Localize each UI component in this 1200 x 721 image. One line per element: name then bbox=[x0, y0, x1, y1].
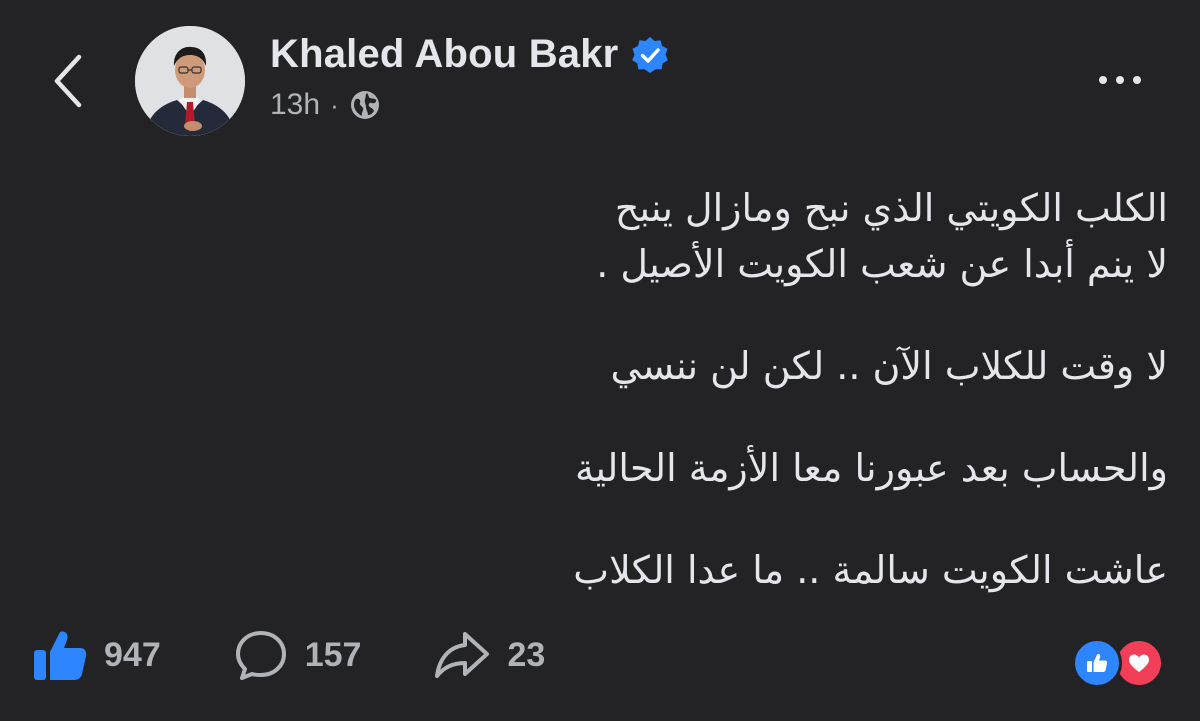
post-line: والحساب بعد عبورنا معا الأزمة الحالية bbox=[574, 446, 1168, 490]
post-body: الكلب الكويتي الذي نبح ومازال ينبح لا ين… bbox=[68, 180, 1168, 598]
more-dot bbox=[1099, 76, 1107, 84]
more-dot bbox=[1133, 76, 1141, 84]
like-reaction-icon bbox=[1072, 638, 1122, 688]
share-arrow-icon bbox=[435, 632, 490, 678]
reaction-summary[interactable] bbox=[1072, 638, 1164, 688]
author-row: Khaled Abou Bakr bbox=[270, 32, 670, 77]
more-options-button[interactable] bbox=[1090, 60, 1150, 100]
post-meta: 13h · bbox=[270, 88, 381, 122]
more-dot bbox=[1116, 76, 1124, 84]
post-line: لا ينم أبدا عن شعب الكويت الأصيل . bbox=[596, 242, 1168, 286]
comment-button[interactable]: 157 bbox=[233, 628, 362, 682]
avatar[interactable] bbox=[135, 26, 245, 136]
avatar-image bbox=[135, 26, 245, 136]
meta-separator: · bbox=[330, 89, 339, 120]
like-count: 947 bbox=[104, 635, 161, 674]
globe-icon[interactable] bbox=[349, 89, 381, 121]
share-button[interactable]: 23 bbox=[433, 630, 545, 680]
author-name[interactable]: Khaled Abou Bakr bbox=[270, 32, 618, 77]
post-line: عاشت الكويت سالمة .. ما عدا الكلاب bbox=[573, 548, 1168, 592]
post-line: لا وقت للكلاب الآن .. لكن لن ننسي bbox=[610, 344, 1168, 388]
comment-count: 157 bbox=[304, 635, 362, 674]
action-bar: 947 157 23 bbox=[32, 628, 617, 682]
thumbs-up-icon bbox=[34, 631, 87, 680]
share-count: 23 bbox=[507, 635, 546, 674]
verified-badge-icon bbox=[630, 35, 670, 75]
comment-bubble-icon bbox=[235, 631, 286, 680]
post-line: الكلب الكويتي الذي نبح ومازال ينبح bbox=[614, 186, 1168, 230]
timestamp[interactable]: 13h bbox=[270, 88, 320, 122]
chevron-left-icon bbox=[54, 54, 82, 108]
like-button[interactable]: 947 bbox=[32, 628, 161, 682]
back-button[interactable] bbox=[40, 48, 96, 114]
post-view: Khaled Abou Bakr 13h · الكلب الكويتي الذ… bbox=[0, 0, 1200, 721]
